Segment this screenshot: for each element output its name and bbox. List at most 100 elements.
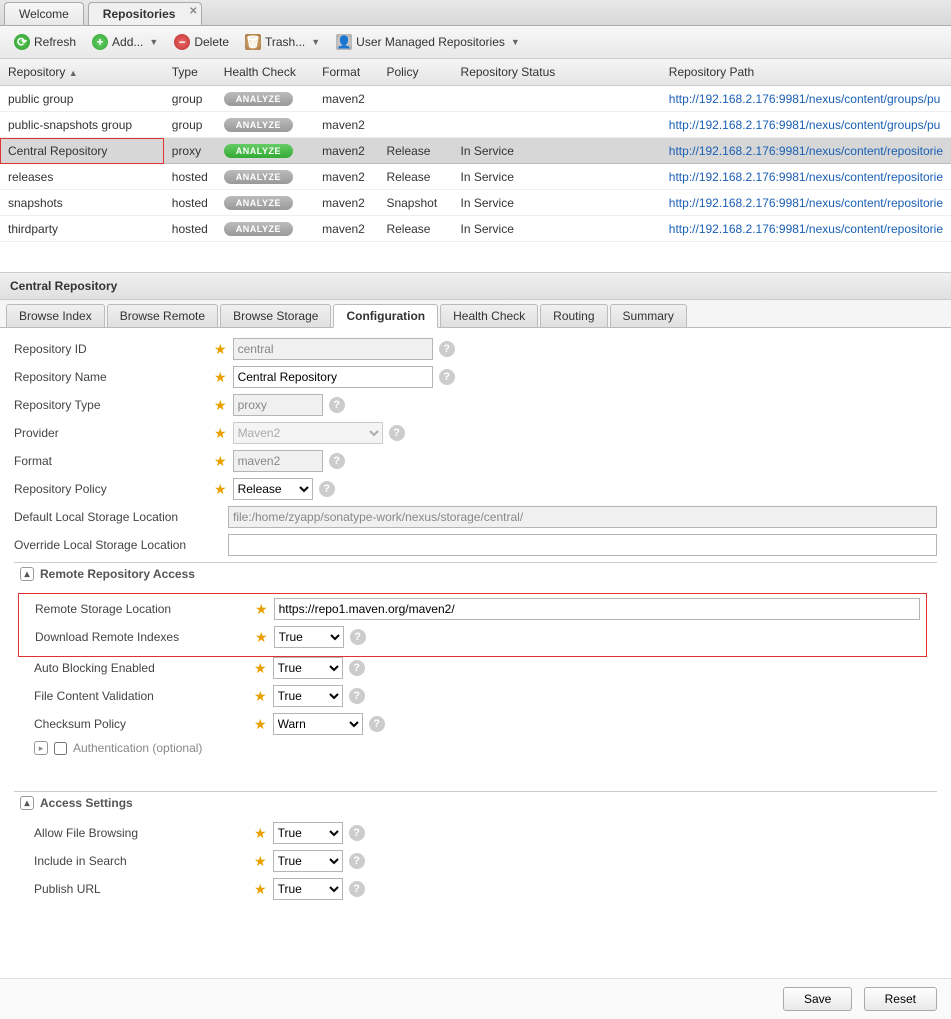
help-icon[interactable]: ? [349,881,365,897]
cell-format: maven2 [314,138,378,164]
cell-health: ANALYZE [216,216,314,242]
authentication-checkbox[interactable] [54,742,67,755]
cell-type: hosted [164,216,216,242]
authentication-label: Authentication (optional) [73,741,202,755]
add-button[interactable]: + Add... ▼ [86,32,164,52]
authentication-toggle[interactable]: ▸ Authentication (optional) [34,741,927,755]
select-auto-blocking[interactable]: True [273,657,343,679]
table-row[interactable]: public-snapshots groupgroupANALYZEmaven2… [0,112,951,138]
label-include-search: Include in Search [24,854,254,868]
fieldset-remote-access: ▴ Remote Repository Access Remote Storag… [14,562,937,761]
table-row[interactable]: thirdpartyhostedANALYZEmaven2ReleaseIn S… [0,216,951,242]
select-file-validation[interactable]: True [273,685,343,707]
help-icon[interactable]: ? [369,716,385,732]
help-icon[interactable]: ? [350,629,366,645]
help-icon[interactable]: ? [319,481,335,497]
path-link[interactable]: http://192.168.2.176:9981/nexus/content/… [669,222,943,236]
select-allow-browsing[interactable]: True [273,822,343,844]
tab-repositories-label: Repositories [103,7,176,21]
cell-path: http://192.168.2.176:9981/nexus/content/… [661,86,951,112]
help-icon[interactable]: ? [349,660,365,676]
grid-header-row: Repository ▲ Type Health Check Format Po… [0,59,951,86]
trash-button[interactable]: 🗑 Trash... ▼ [239,32,326,52]
help-icon[interactable]: ? [389,425,405,441]
cell-name: snapshots [0,190,164,216]
input-repo-name[interactable] [233,366,433,388]
analyze-button[interactable]: ANALYZE [224,170,293,184]
required-icon: ★ [214,481,227,498]
analyze-button[interactable]: ANALYZE [224,118,293,132]
help-icon[interactable]: ? [329,453,345,469]
tab-browse-index[interactable]: Browse Index [6,304,105,327]
help-icon[interactable]: ? [439,369,455,385]
cell-status [453,86,661,112]
refresh-label: Refresh [34,35,76,49]
cell-name: Central Repository [0,138,164,164]
tab-routing[interactable]: Routing [540,304,607,327]
tab-welcome[interactable]: Welcome [4,2,84,25]
label-allow-browsing: Allow File Browsing [24,826,254,840]
col-policy[interactable]: Policy [378,59,452,86]
analyze-button[interactable]: ANALYZE [224,144,293,158]
select-include-search[interactable]: True [273,850,343,872]
delete-label: Delete [194,35,229,49]
select-checksum[interactable]: Warn [273,713,363,735]
delete-button[interactable]: − Delete [168,32,235,52]
col-path[interactable]: Repository Path [661,59,951,86]
close-icon[interactable]: ✕ [189,6,197,17]
analyze-button[interactable]: ANALYZE [224,92,293,106]
help-icon[interactable]: ? [349,825,365,841]
help-icon[interactable]: ? [349,688,365,704]
path-link[interactable]: http://192.168.2.176:9981/nexus/content/… [669,170,943,184]
table-row[interactable]: Central RepositoryproxyANALYZEmaven2Rele… [0,138,951,164]
path-link[interactable]: http://192.168.2.176:9981/nexus/content/… [669,118,941,132]
select-publish-url[interactable]: True [273,878,343,900]
input-repo-type [233,394,323,416]
col-health[interactable]: Health Check [216,59,314,86]
analyze-button[interactable]: ANALYZE [224,196,293,210]
help-icon[interactable]: ? [439,341,455,357]
col-repository[interactable]: Repository ▲ [0,59,164,86]
tab-browse-remote[interactable]: Browse Remote [107,304,218,327]
tab-browse-storage[interactable]: Browse Storage [220,304,331,327]
help-icon[interactable]: ? [329,397,345,413]
main-tab-bar: Welcome Repositories ✕ [0,0,951,26]
path-link[interactable]: http://192.168.2.176:9981/nexus/content/… [669,144,943,158]
chevron-down-icon: ▼ [311,37,320,47]
cell-health: ANALYZE [216,138,314,164]
table-row[interactable]: releaseshostedANALYZEmaven2ReleaseIn Ser… [0,164,951,190]
cell-policy [378,112,452,138]
required-icon: ★ [254,660,267,677]
help-icon[interactable]: ? [349,853,365,869]
cell-format: maven2 [314,190,378,216]
required-icon: ★ [255,601,268,618]
col-type[interactable]: Type [164,59,216,86]
input-remote-location[interactable] [274,598,920,620]
tab-configuration[interactable]: Configuration [333,304,438,328]
label-checksum: Checksum Policy [24,717,254,731]
refresh-button[interactable]: ⟳ Refresh [8,32,82,52]
path-link[interactable]: http://192.168.2.176:9981/nexus/content/… [669,92,941,106]
tab-summary[interactable]: Summary [610,304,687,327]
cell-name: public group [0,86,164,112]
tab-health-check[interactable]: Health Check [440,304,538,327]
save-button[interactable]: Save [783,987,852,1011]
cell-policy: Snapshot [378,190,452,216]
col-format[interactable]: Format [314,59,378,86]
sub-tab-bar: Browse Index Browse Remote Browse Storag… [0,300,951,328]
select-download-indexes[interactable]: True [274,626,344,648]
table-row[interactable]: snapshotshostedANALYZEmaven2SnapshotIn S… [0,190,951,216]
reset-button[interactable]: Reset [864,987,937,1011]
input-override-storage[interactable] [228,534,937,556]
table-row[interactable]: public groupgroupANALYZEmaven2http://192… [0,86,951,112]
fieldset-access-settings-header[interactable]: ▴ Access Settings [14,792,937,814]
label-auto-blocking: Auto Blocking Enabled [24,661,254,675]
user-managed-button[interactable]: 👤 User Managed Repositories ▼ [330,32,526,52]
path-link[interactable]: http://192.168.2.176:9981/nexus/content/… [669,196,943,210]
analyze-button[interactable]: ANALYZE [224,222,293,236]
tab-repositories[interactable]: Repositories ✕ [88,2,203,25]
fieldset-remote-access-header[interactable]: ▴ Remote Repository Access [14,563,937,585]
col-status[interactable]: Repository Status [453,59,661,86]
label-file-validation: File Content Validation [24,689,254,703]
select-policy[interactable]: Release [233,478,313,500]
